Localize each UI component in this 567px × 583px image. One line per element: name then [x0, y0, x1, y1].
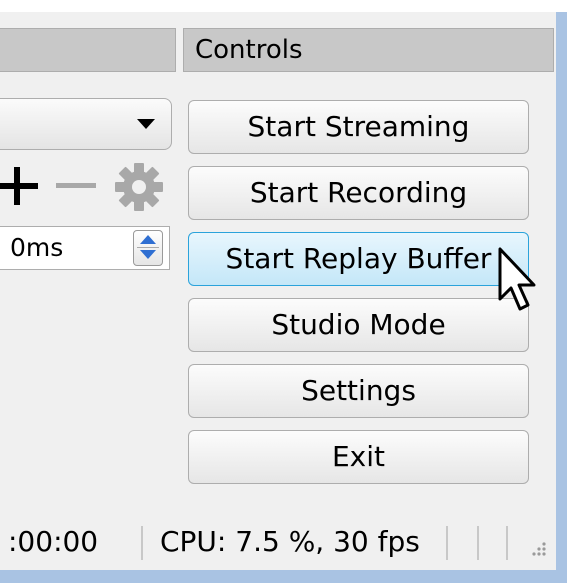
left-dock-title: [0, 28, 176, 72]
start-streaming-button[interactable]: Start Streaming: [188, 100, 529, 154]
controls-dock-title: Controls: [183, 28, 554, 72]
gear-icon[interactable]: [114, 162, 164, 216]
settings-button[interactable]: Settings: [188, 364, 529, 418]
mouse-pointer-icon: [498, 247, 538, 321]
duration-value: 0ms: [10, 233, 64, 262]
remove-icon[interactable]: [54, 163, 100, 213]
obs-window: [0, 12, 556, 570]
transition-dropdown[interactable]: [0, 98, 172, 150]
add-icon[interactable]: [0, 163, 40, 213]
spin-down-icon[interactable]: [140, 250, 156, 259]
spin-up-icon[interactable]: [140, 235, 156, 244]
resize-grip-icon[interactable]: [526, 540, 548, 566]
start-recording-button[interactable]: Start Recording: [188, 166, 529, 220]
status-bar: :00:00 CPU: 7.5 %, 30 fps: [0, 520, 556, 564]
status-divider: [477, 526, 479, 560]
exit-button[interactable]: Exit: [188, 430, 529, 484]
start-replay-buffer-button[interactable]: Start Replay Buffer: [188, 232, 529, 286]
status-cpu: CPU: 7.5 %, 30 fps: [160, 525, 420, 558]
window-frame-right: [556, 12, 567, 570]
status-divider: [141, 526, 143, 560]
spin-divider: [137, 247, 159, 248]
status-time: :00:00: [8, 525, 99, 558]
status-divider: [506, 526, 508, 560]
window-frame-bottom: [0, 570, 567, 583]
status-divider: [446, 526, 448, 560]
spin-buttons[interactable]: [133, 230, 163, 266]
chevron-down-icon: [137, 119, 155, 129]
duration-spinbox[interactable]: 0ms: [0, 226, 170, 270]
studio-mode-button[interactable]: Studio Mode: [188, 298, 529, 352]
